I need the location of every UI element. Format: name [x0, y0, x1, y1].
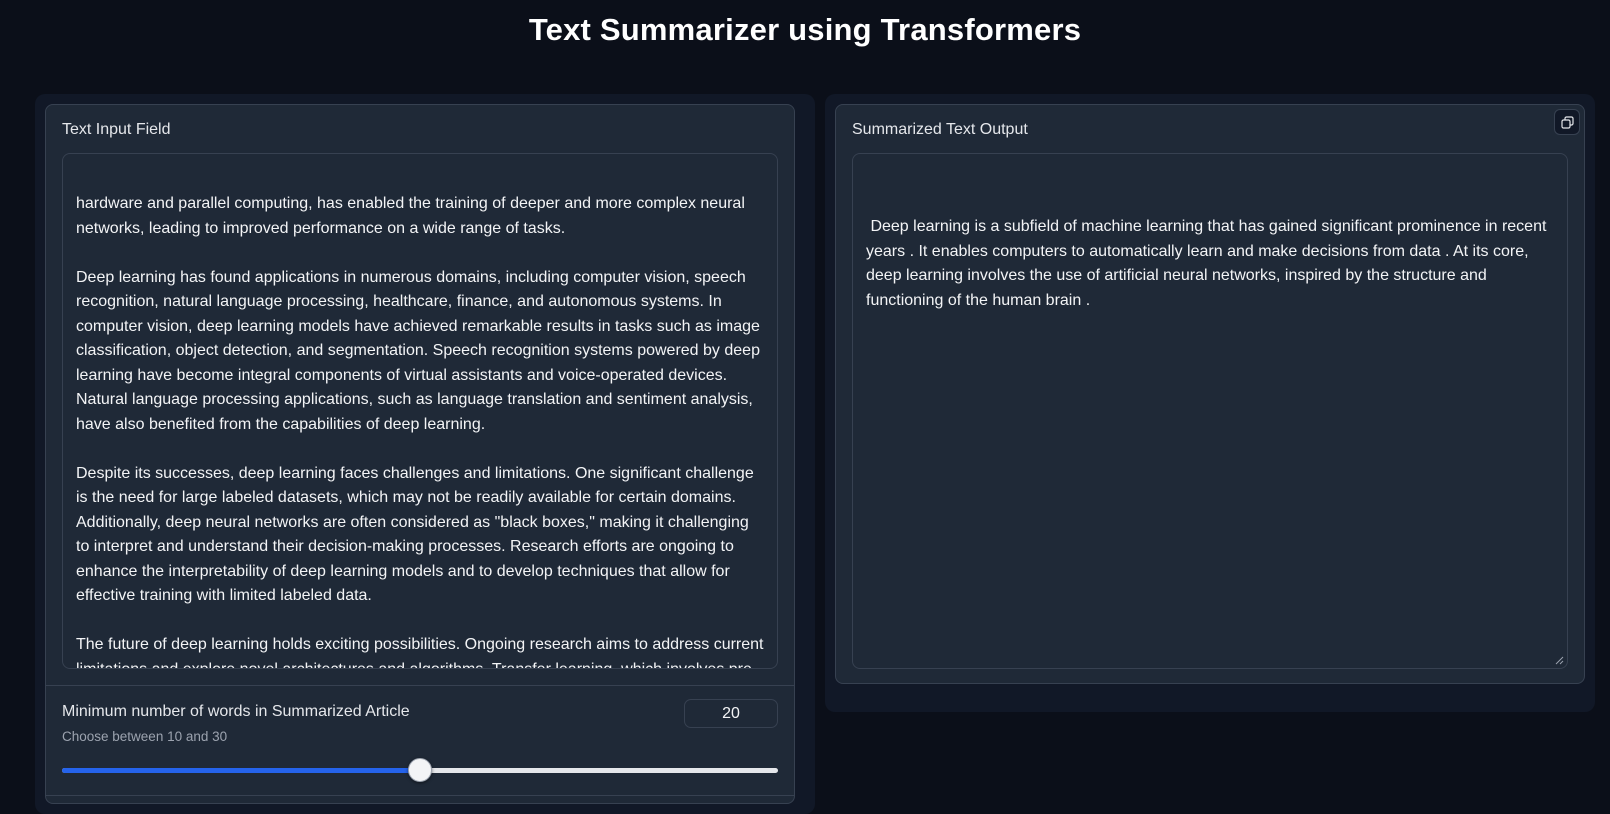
slider-info: Choose between 10 and 30	[62, 729, 228, 744]
page-title: Text Summarizer using Transformers	[528, 12, 1082, 47]
input-label: Text Input Field	[62, 121, 171, 138]
output-column: Summarized Text Output Deep learning is …	[825, 94, 1595, 712]
copy-icon	[1560, 115, 1574, 129]
min-words-slider[interactable]	[62, 758, 778, 782]
slider-label: Minimum number of words in Summarized Ar…	[62, 703, 410, 720]
summarized-text-output[interactable]: Deep learning is a subfield of machine l…	[852, 153, 1568, 669]
output-text: Deep learning is a subfield of machine l…	[866, 218, 1551, 309]
slider-thumb[interactable]	[408, 758, 432, 782]
output-block: Summarized Text Output Deep learning is …	[835, 104, 1585, 684]
divider	[46, 795, 794, 796]
input-block: Text Input Field hardware and parallel c…	[45, 104, 795, 804]
divider	[46, 685, 794, 686]
output-label: Summarized Text Output	[852, 121, 1028, 138]
resize-handle-icon[interactable]	[1555, 656, 1564, 665]
input-column: Text Input Field hardware and parallel c…	[35, 94, 815, 814]
copy-button[interactable]	[1554, 109, 1580, 135]
text-input-field[interactable]: hardware and parallel computing, has ena…	[62, 153, 778, 669]
input-text: hardware and parallel computing, has ena…	[76, 195, 764, 669]
slider-number-input[interactable]: 20	[684, 699, 778, 728]
slider-fill	[62, 768, 420, 773]
